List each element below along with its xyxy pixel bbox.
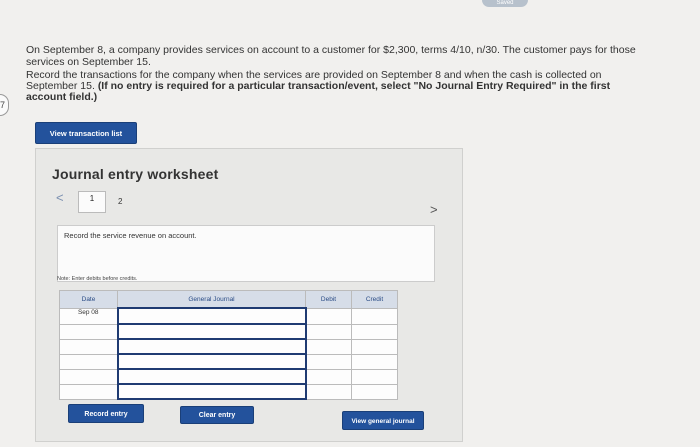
credit-field[interactable]	[351, 383, 398, 400]
table-row: Sep 08	[59, 307, 398, 325]
clear-entry-button[interactable]: Clear entry	[180, 406, 254, 424]
header-date: Date	[59, 290, 118, 309]
date-cell	[59, 338, 118, 355]
entry-description: Record the service revenue on account.	[64, 231, 197, 240]
account-field[interactable]	[116, 323, 307, 340]
tab-entry-1[interactable]: 1	[78, 191, 106, 213]
worksheet-title: Journal entry worksheet	[52, 166, 219, 182]
table-row	[59, 383, 398, 400]
date-cell	[59, 323, 118, 340]
account-field[interactable]	[116, 353, 307, 370]
account-field[interactable]	[116, 368, 307, 385]
question-number-tab[interactable]: 7	[0, 94, 9, 116]
credit-field[interactable]	[351, 307, 398, 325]
journal-table-header: Date General Journal Debit Credit	[59, 290, 398, 309]
date-cell	[59, 353, 118, 370]
credit-field[interactable]	[351, 353, 398, 370]
view-general-journal-button[interactable]: View general journal	[342, 411, 424, 430]
prev-arrow-icon[interactable]: <	[56, 190, 64, 205]
debit-field[interactable]	[305, 307, 352, 325]
instructions-bold: (If no entry is required for a particula…	[26, 80, 611, 103]
debit-field[interactable]	[305, 383, 352, 400]
instructions: Record the transactions for the company …	[26, 70, 641, 103]
debit-field[interactable]	[305, 368, 352, 385]
problem-statement: On September 8, a company provides servi…	[26, 44, 636, 68]
saved-badge: Saved	[482, 0, 528, 7]
table-row	[59, 338, 398, 355]
account-field[interactable]	[116, 338, 307, 355]
debits-note: Note: Enter debits before credits.	[57, 276, 138, 282]
date-cell	[59, 383, 118, 400]
account-field[interactable]	[116, 383, 307, 400]
table-row	[59, 353, 398, 370]
date-cell	[59, 368, 118, 385]
record-entry-button[interactable]: Record entry	[68, 404, 144, 423]
debit-field[interactable]	[305, 323, 352, 340]
credit-field[interactable]	[351, 338, 398, 355]
credit-field[interactable]	[351, 368, 398, 385]
header-debit: Debit	[305, 290, 352, 309]
credit-field[interactable]	[351, 323, 398, 340]
account-field[interactable]	[116, 307, 307, 325]
table-row	[59, 368, 398, 385]
date-cell: Sep 08	[59, 307, 118, 325]
view-transaction-list-button[interactable]: View transaction list	[35, 122, 137, 144]
table-row	[59, 323, 398, 340]
debit-field[interactable]	[305, 338, 352, 355]
next-arrow-icon[interactable]: >	[430, 202, 438, 217]
header-general-journal: General Journal	[117, 290, 306, 309]
journal-table: Date General Journal Debit Credit Sep 08	[59, 290, 398, 400]
debit-field[interactable]	[305, 353, 352, 370]
header-credit: Credit	[351, 290, 398, 309]
tab-entry-2[interactable]: 2	[118, 197, 122, 206]
